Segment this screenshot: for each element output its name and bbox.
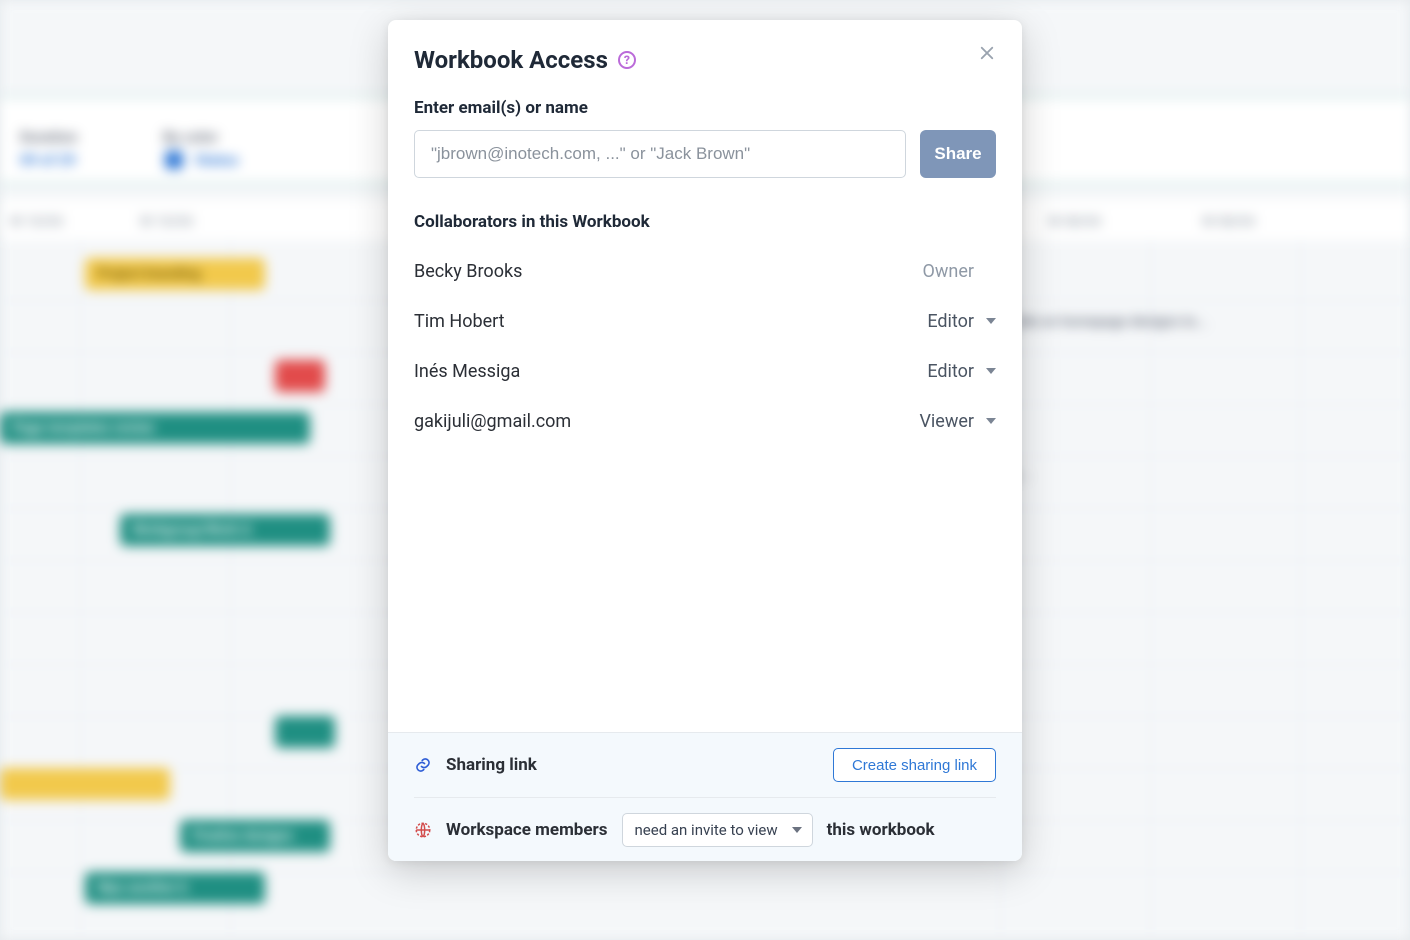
email-field-label: Enter email(s) or name [414,98,996,118]
create-sharing-link-button[interactable]: Create sharing link [833,748,996,782]
share-button[interactable]: Share [920,130,996,178]
sharing-link-label: Sharing link [446,755,537,775]
close-icon [978,44,996,62]
workspace-permission-select[interactable]: need an invite to view [622,813,813,847]
role-label: Editor [927,311,974,332]
collaborator-role-owner: Owner [923,261,997,282]
modal-footer: Sharing link Create sharing link Workspa… [388,732,1022,861]
workspace-members-label: Workspace members [446,820,608,840]
collaborators-heading: Collaborators in this Workbook [414,212,996,232]
link-icon [414,756,432,774]
collaborator-role-select[interactable]: Viewer [919,411,996,432]
collaborator-role-select[interactable]: Editor [927,311,996,332]
collaborator-role-select[interactable]: Editor [927,361,996,382]
chevron-down-icon [986,418,996,424]
role-label: Editor [927,361,974,382]
collaborator-row: Tim Hobert Editor [414,296,996,346]
collaborators-list: Becky Brooks Owner Tim Hobert Editor Iné… [414,246,996,446]
collaborator-row: gakijuli@gmail.com Viewer [414,396,996,446]
help-icon[interactable]: ? [618,51,636,69]
chevron-down-icon [792,827,802,833]
workbook-access-modal: Workbook Access ? Enter email(s) or name… [388,20,1022,861]
collaborator-name: Becky Brooks [414,261,522,282]
modal-title: Workbook Access [414,46,608,74]
email-input[interactable] [414,130,906,178]
collaborator-row: Becky Brooks Owner [414,246,996,296]
globe-icon [414,821,432,839]
workspace-permission-value: need an invite to view [635,821,778,839]
chevron-down-icon [986,318,996,324]
close-button[interactable] [972,38,1002,68]
role-label: Viewer [919,411,974,432]
collaborator-name: Inés Messiga [414,361,520,382]
collaborator-name: Tim Hobert [414,311,505,332]
workspace-trail-text: this workbook [827,820,935,840]
collaborator-row: Inés Messiga Editor [414,346,996,396]
collaborator-name: gakijuli@gmail.com [414,411,571,432]
chevron-down-icon [986,368,996,374]
